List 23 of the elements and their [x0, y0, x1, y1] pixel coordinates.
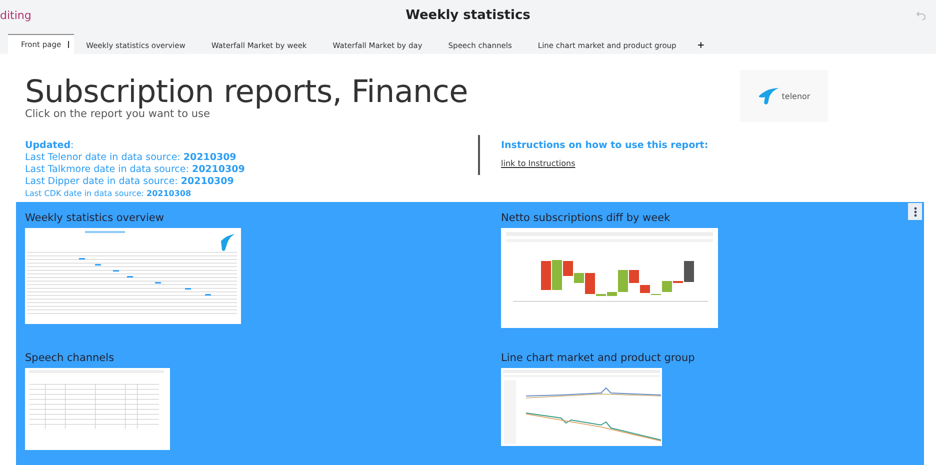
more-icon: [914, 206, 916, 216]
more-menu-button[interactable]: [908, 203, 922, 220]
report-card-title[interactable]: Weekly statistics overview: [25, 212, 501, 224]
update-date-line: Last CDK date in data source: 20210308: [25, 188, 192, 200]
page-title: Subscription reports, Finance: [25, 74, 468, 108]
logo-text: telenor: [782, 92, 810, 100]
update-date-line: Last Dipper date in data source: 20210309: [25, 176, 235, 188]
instructions-heading: Instructions on how to use this report:: [501, 140, 708, 151]
add-tab-button[interactable]: +: [689, 38, 712, 54]
report-card-title[interactable]: Speech channels: [25, 352, 501, 364]
report-preview-drawing[interactable]: [501, 228, 718, 328]
logo-icon: [758, 87, 780, 105]
undo-icon[interactable]: [916, 10, 926, 20]
update-date-line: Last Talkmore date in data source: 20210309: [25, 164, 246, 176]
page-subtitle: Click on the report you want to use: [24, 108, 210, 120]
update-date-line: Last Telenor date in data source: 20210309: [25, 152, 238, 164]
report-card-title[interactable]: Line chart market and product group: [501, 352, 924, 364]
updated-heading: Updated:: [25, 140, 75, 152]
instructions-link[interactable]: link to Instructions: [501, 159, 576, 168]
report-title: Weekly statistics: [406, 8, 530, 22]
report-card-title[interactable]: Netto subscriptions diff by week: [501, 212, 924, 224]
editing-label[interactable]: diting: [0, 8, 32, 22]
report-preview-drawing[interactable]: [501, 368, 662, 446]
